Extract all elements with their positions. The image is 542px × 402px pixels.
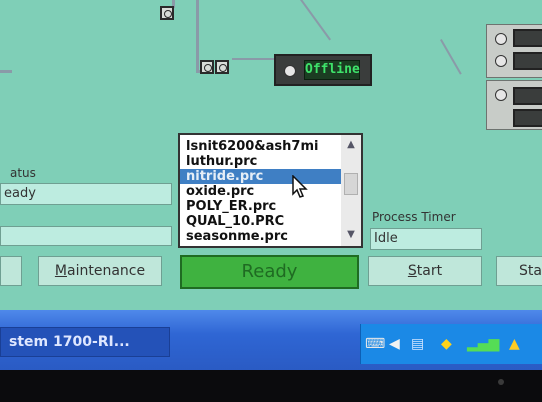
led-icon (495, 33, 507, 45)
screen: Offline atus eady lsnit6200&ash7mi luthu… (0, 0, 542, 402)
led-icon (495, 55, 507, 67)
tray-signal-icon[interactable]: ▂▄▆ (467, 336, 499, 352)
scroll-down-arrow-icon[interactable]: ▼ (343, 227, 359, 243)
led-panel (486, 80, 542, 130)
valve-icon[interactable] (215, 60, 229, 74)
taskbar-app-button[interactable]: stem 1700-RI... (0, 327, 170, 357)
list-item[interactable]: lsnit6200&ash7mi (186, 139, 318, 154)
led-panel (486, 24, 542, 78)
list-scrollbar[interactable]: ▲ ▼ (341, 135, 361, 246)
list-item[interactable]: QUAL_10.PRC (186, 214, 284, 229)
list-item[interactable]: luthur.prc (186, 154, 257, 169)
pipe-line (440, 39, 462, 75)
system-tray: ⌨ ◀ ▤ ◆ ▂▄▆ ▲ (360, 324, 542, 364)
offline-status-text: Offline (304, 60, 360, 80)
pipe-line (0, 70, 12, 73)
list-item-selected[interactable]: nitride.prc (180, 169, 346, 184)
chamber-status-indicator: Offline (274, 54, 372, 86)
list-item[interactable]: seasonme.prc (186, 229, 288, 244)
secondary-status-field (0, 226, 172, 246)
maintenance-mnemonic: M (54, 263, 67, 279)
pipe-line (232, 58, 278, 60)
power-led-icon (498, 379, 504, 385)
process-timer-field: Idle (370, 228, 482, 250)
monitor-bezel (0, 370, 542, 402)
valve-icon[interactable] (200, 60, 214, 74)
scroll-thumb[interactable] (344, 173, 358, 195)
tray-network-icon[interactable]: ▤ (411, 336, 424, 352)
pipe-line (300, 0, 332, 41)
list-item[interactable]: oxide.prc (186, 184, 254, 199)
status-field: eady (0, 183, 172, 205)
status-label: atus (10, 166, 36, 180)
led-readout (513, 87, 542, 105)
valve-icon[interactable] (160, 6, 174, 20)
led-readout (513, 109, 542, 127)
scroll-up-arrow-icon[interactable]: ▲ (343, 137, 359, 153)
maintenance-button[interactable]: Maintenance (38, 256, 162, 286)
maintenance-label: aintenance (67, 263, 146, 279)
status-led-icon (284, 65, 296, 77)
partial-button[interactable]: Sta (496, 256, 542, 286)
taskbar: stem 1700-RI... ⌨ ◀ ▤ ◆ ▂▄▆ ▲ (0, 310, 542, 370)
mouse-cursor-icon (292, 175, 308, 198)
left-partial-button[interactable] (0, 256, 22, 286)
led-readout (513, 29, 542, 47)
start-mnemonic: S (407, 263, 417, 279)
list-item[interactable]: POLY_ER.prc (186, 199, 276, 214)
recipe-listbox[interactable]: lsnit6200&ash7mi luthur.prc nitride.prc … (178, 133, 363, 248)
process-timer-label: Process Timer (372, 210, 456, 224)
start-label: tart (416, 263, 443, 279)
pipe-line (196, 0, 199, 72)
tray-shield-icon[interactable]: ◆ (441, 336, 452, 352)
ready-status-button[interactable]: Ready (180, 255, 359, 289)
tray-keyboard-icon[interactable]: ⌨ (365, 336, 385, 352)
start-button[interactable]: Start (368, 256, 482, 286)
led-readout (513, 52, 542, 70)
tray-speaker-icon[interactable]: ◀ (389, 336, 400, 352)
tray-warning-icon[interactable]: ▲ (509, 336, 520, 352)
led-icon (495, 89, 507, 101)
